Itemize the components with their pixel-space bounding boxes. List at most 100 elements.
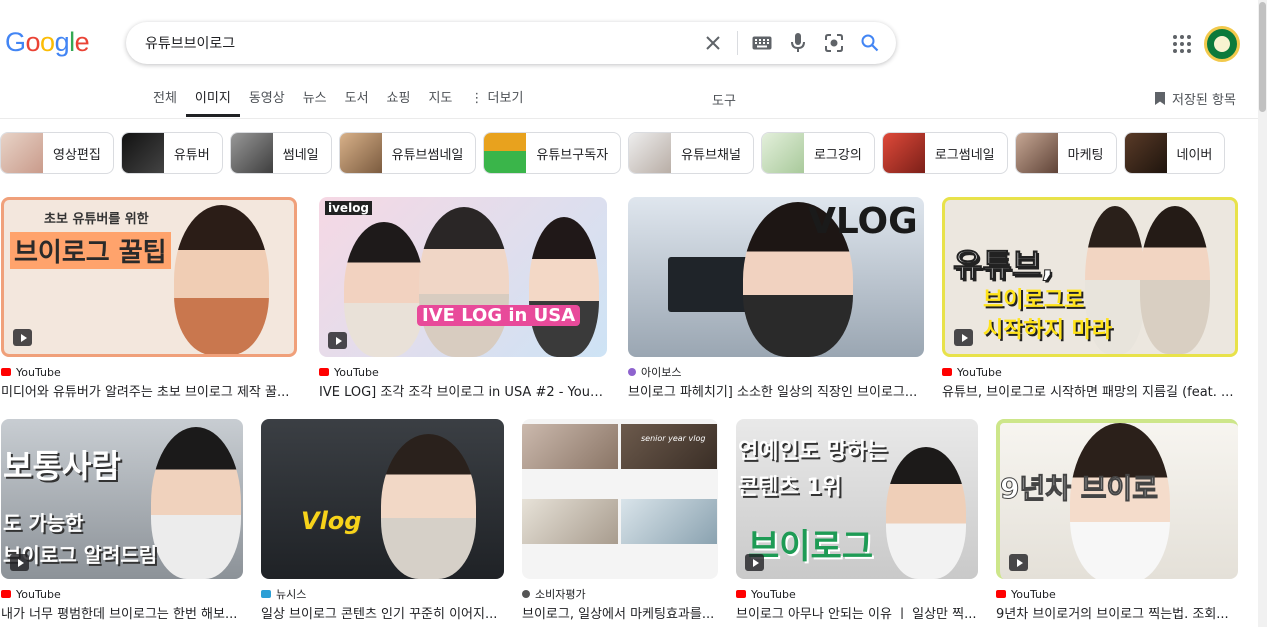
chip[interactable]: 유튜브채널 <box>628 132 754 174</box>
thumbnail-headline: VLOG <box>808 201 918 242</box>
play-icon <box>13 329 32 346</box>
clear-icon[interactable] <box>695 25 731 61</box>
tab-all[interactable]: 전체 <box>144 90 186 117</box>
chip-label: 유튜브구독자 <box>536 147 609 163</box>
chip-thumbnail <box>882 133 925 173</box>
result-title[interactable]: 미디어와 유튜버가 알려주는 초보 브이로그 제작 꿀... <box>1 381 297 400</box>
collage-tile <box>522 499 618 544</box>
result-thumbnail[interactable]: ivelog IVE LOG in USA <box>319 197 607 357</box>
tab-more[interactable]: ⋮ 더보기 <box>461 90 532 117</box>
result-source: YouTube <box>736 587 978 601</box>
play-icon <box>954 329 973 346</box>
google-logo[interactable]: Google <box>5 27 90 58</box>
result-title[interactable]: 9년차 브이로거의 브이로그 찍는법. 조회... <box>996 603 1238 622</box>
result-title[interactable]: 브이로그, 일상에서 마케팅효과를... <box>522 603 718 622</box>
tab-shopping[interactable]: 쇼핑 <box>378 90 420 117</box>
result-thumbnail[interactable]: 9년차 브이로 <box>996 419 1238 579</box>
result-title[interactable]: 브이로그 파헤치기] 소소한 일상의 직장인 브이로그... <box>628 381 924 400</box>
thumbnail-headline: 9년차 브이로 <box>1000 472 1159 506</box>
chip[interactable]: 유튜브구독자 <box>483 132 622 174</box>
aibos-icon <box>628 368 636 376</box>
chip-thumbnail <box>629 133 672 173</box>
page-scrollbar[interactable] <box>1258 0 1267 627</box>
result-source: 아이보스 <box>628 365 924 379</box>
image-result[interactable]: ivelog IVE LOG in USA YouTube IVE LOG] 조… <box>319 197 607 400</box>
search-input[interactable]: 유튜브브이로그 <box>145 33 695 53</box>
result-thumbnail[interactable]: 유튜브, 브이로그로 시작하지 마라 <box>942 197 1238 357</box>
result-source: YouTube <box>319 365 607 379</box>
image-result[interactable]: VLOG 아이보스 브이로그 파헤치기] 소소한 일상의 직장인 브이로그... <box>628 197 924 400</box>
search-box[interactable]: 유튜브브이로그 <box>126 22 896 64</box>
tab-maps[interactable]: 지도 <box>419 90 461 117</box>
result-thumbnail[interactable]: 연예인도 망하는 콘텐츠 1위 브이로그 <box>736 419 978 579</box>
image-result[interactable]: 초보 유튜버를 위한 브이로그 꿀팁 YouTube 미디어와 유튜버가 알려주… <box>1 197 297 400</box>
collage-tile: senior year vlog <box>621 424 717 469</box>
thumbnail-headline: Vlog <box>301 507 362 535</box>
chip[interactable]: 썸네일 <box>229 132 332 174</box>
chip-thumbnail <box>1015 133 1058 173</box>
chip[interactable]: 유튜브썸네일 <box>338 132 477 174</box>
result-title[interactable]: 브이로그 아무나 안되는 이유 ㅣ 일상만 찍... <box>736 603 978 622</box>
chip-thumbnail <box>761 133 804 173</box>
chip[interactable]: 마케팅 <box>1014 132 1117 174</box>
collage-caption: senior year vlog <box>641 434 706 443</box>
thumbnail-subheadline: 브이로그로 <box>983 288 1085 313</box>
thumbnail-headline: 브이로그 꿀팁 <box>10 232 171 269</box>
play-icon <box>10 554 29 571</box>
result-source: 소비자평가 <box>522 587 718 601</box>
person-figure <box>1140 206 1210 354</box>
source-label: 아이보스 <box>641 366 682 379</box>
youtube-icon <box>319 368 329 376</box>
result-thumbnail[interactable]: senior year vlog <box>522 419 718 579</box>
result-source: YouTube <box>1 587 243 601</box>
search-tabs: 전체 이미지 동영상 뉴스 도서 쇼핑 지도 ⋮ 더보기 <box>144 90 532 117</box>
consumer-review-icon <box>522 590 530 598</box>
chip[interactable]: 네이버 <box>1123 132 1226 174</box>
result-thumbnail[interactable]: VLOG <box>628 197 924 357</box>
microphone-icon[interactable] <box>780 25 816 61</box>
thumbnail-caption: 초보 유튜버를 위한 <box>44 212 149 227</box>
thumbnail-caption: ivelog <box>325 201 373 215</box>
chip[interactable]: 유튜버 <box>120 132 223 174</box>
source-label: YouTube <box>957 365 1002 379</box>
tools-button[interactable]: 도구 <box>712 90 736 109</box>
image-result[interactable]: 연예인도 망하는 콘텐츠 1위 브이로그 YouTube 브이로그 아무나 안되… <box>736 419 978 622</box>
saved-items-button[interactable]: 저장된 항목 <box>1154 89 1236 108</box>
tab-news[interactable]: 뉴스 <box>294 90 336 117</box>
result-thumbnail[interactable]: Vlog <box>261 419 504 579</box>
account-avatar[interactable] <box>1204 26 1240 62</box>
chip-label: 로그강의 <box>813 147 862 163</box>
chip[interactable]: 영상편집 <box>0 132 114 174</box>
result-thumbnail[interactable]: 보통사람 도 가능한 브이로그 알려드림 <box>1 419 243 579</box>
chip-thumbnail <box>230 133 273 173</box>
result-title[interactable]: 내가 너무 평범한데 브이로그는 한번 해보... <box>1 603 243 622</box>
chip-thumbnail <box>1 133 43 173</box>
chip-label: 썸네일 <box>282 147 319 163</box>
image-result[interactable]: 유튜브, 브이로그로 시작하지 마라 YouTube 유튜브, 브이로그로 시작… <box>942 197 1238 400</box>
result-title[interactable]: 일상 브이로그 콘텐츠 인기 꾸준히 이어지... <box>261 603 504 622</box>
result-thumbnail[interactable]: 초보 유튜버를 위한 브이로그 꿀팁 <box>1 197 297 357</box>
result-title[interactable]: 유튜브, 브이로그로 시작하면 패망의 지름길 (feat. ... <box>942 381 1238 400</box>
bookmark-icon <box>1155 92 1165 105</box>
collage-tile <box>621 499 717 544</box>
result-title[interactable]: IVE LOG] 조각 조각 브이로그 in USA #2 - YouTube <box>319 381 607 400</box>
tab-videos[interactable]: 동영상 <box>240 90 294 117</box>
search-divider <box>737 31 738 55</box>
image-result[interactable]: senior year vlog 소비자평가 브이로그, 일상에서 마케팅효과를… <box>522 419 718 622</box>
lens-icon[interactable] <box>816 25 852 61</box>
thumbnail-headline: IVE LOG in USA <box>417 305 581 326</box>
chip-label: 로그썸네일 <box>934 147 995 163</box>
search-icon[interactable] <box>852 25 888 61</box>
scrollbar-thumb[interactable] <box>1259 2 1266 112</box>
apps-grid-icon[interactable] <box>1172 34 1192 54</box>
chip[interactable]: 로그썸네일 <box>881 132 1008 174</box>
image-result[interactable]: Vlog 뉴시스 일상 브이로그 콘텐츠 인기 꾸준히 이어지... <box>261 419 504 622</box>
chip[interactable]: 로그강의 <box>760 132 875 174</box>
image-result[interactable]: 보통사람 도 가능한 브이로그 알려드림 YouTube 내가 너무 평범한데 … <box>1 419 243 622</box>
image-result[interactable]: 9년차 브이로 YouTube 9년차 브이로거의 브이로그 찍는법. 조회..… <box>996 419 1238 622</box>
result-source: YouTube <box>942 365 1238 379</box>
keyboard-icon[interactable] <box>744 25 780 61</box>
tab-books[interactable]: 도서 <box>336 90 378 117</box>
source-label: YouTube <box>334 365 379 379</box>
tab-images[interactable]: 이미지 <box>185 90 240 117</box>
